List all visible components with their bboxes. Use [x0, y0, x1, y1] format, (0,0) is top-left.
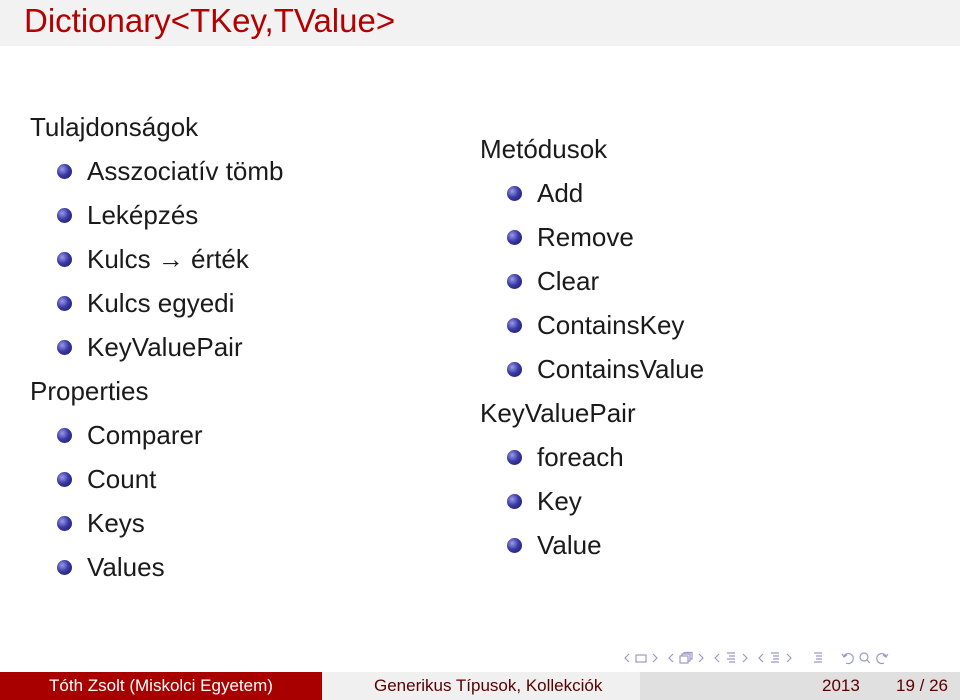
bullet-icon [57, 428, 72, 443]
footer-info-box: 2013 19 / 26 [640, 672, 960, 700]
nav-prev-section-icon[interactable] [756, 652, 766, 664]
nav-next-section-icon[interactable] [784, 652, 808, 664]
section-heading: Metódusok [480, 134, 608, 164]
footer-page-number: 19 / 26 [896, 676, 948, 695]
nav-back-icon[interactable] [840, 651, 856, 665]
bullet-icon [507, 538, 522, 553]
list-item: Keys [30, 506, 284, 550]
list-item: Clear [480, 264, 704, 308]
left-column: Tulajdonságok Asszociatív tömb Leképzés … [30, 110, 284, 594]
nav-subsection-icon[interactable] [724, 651, 738, 665]
bullet-icon [507, 494, 522, 509]
bullet-icon [57, 208, 72, 223]
nav-next-slide-icon[interactable] [650, 652, 664, 664]
list-item: KeyValuePair [30, 330, 284, 374]
section-heading: Tulajdonságok [30, 112, 199, 142]
list-item: Count [30, 462, 284, 506]
nav-prev-slide-icon[interactable] [622, 652, 632, 664]
footer-title-box: Generikus Típusok, Kollekciók [322, 672, 640, 700]
section-heading: KeyValuePair [480, 398, 636, 428]
list-item: Values [30, 550, 284, 594]
nav-toc-icon[interactable] [810, 651, 838, 665]
nav-section-icon[interactable] [768, 651, 782, 665]
list-item: Kulcs → érték [30, 242, 284, 286]
bullet-icon [57, 560, 72, 575]
bullet-icon [507, 230, 522, 245]
bullet-icon [57, 340, 72, 355]
footer-author: Tóth Zsolt (Miskolci Egyetem) [0, 672, 322, 700]
list-item: Add [480, 176, 704, 220]
bullet-icon [507, 318, 522, 333]
nav-prev-frame-icon[interactable] [666, 652, 676, 664]
nav-frames-icon[interactable] [678, 651, 694, 665]
bullet-icon [57, 516, 72, 531]
nav-frame-icon[interactable] [634, 652, 648, 664]
nav-prev-subsection-icon[interactable] [712, 652, 722, 664]
list-item: Key [480, 484, 704, 528]
list-item: Leképzés [30, 198, 284, 242]
list-item: Asszociatív tömb [30, 154, 284, 198]
right-column: Metódusok Add Remove Clear ContainsKey C… [480, 132, 704, 572]
list-item: Value [480, 528, 704, 572]
bullet-icon [507, 362, 522, 377]
bullet-icon [507, 450, 522, 465]
bullet-icon [57, 252, 72, 267]
list-item: Kulcs egyedi [30, 286, 284, 330]
bullet-icon [57, 296, 72, 311]
list-item: ContainsValue [480, 352, 704, 396]
title-bar: Dictionary<TKey,TValue> [0, 0, 960, 46]
list-item: ContainsKey [480, 308, 704, 352]
nav-search-icon[interactable] [858, 651, 872, 665]
list-item: Remove [480, 220, 704, 264]
footer: Tóth Zsolt (Miskolci Egyetem) Generikus … [0, 672, 960, 700]
footer-title: Generikus Típusok, Kollekciók [374, 676, 603, 695]
section-heading: Properties [30, 376, 149, 406]
bullet-icon [57, 164, 72, 179]
beamer-navigation [622, 649, 892, 667]
bullet-icon [507, 274, 522, 289]
list-item: foreach [480, 440, 704, 484]
slide-title: Dictionary<TKey,TValue> [24, 2, 396, 39]
bullet-icon [57, 472, 72, 487]
bullet-icon [507, 186, 522, 201]
footer-year: 2013 [822, 676, 860, 695]
list-item: Comparer [30, 418, 284, 462]
nav-forward-icon[interactable] [874, 651, 890, 665]
nav-next-subsection-icon[interactable] [740, 652, 754, 664]
nav-next-frame-icon[interactable] [696, 652, 710, 664]
